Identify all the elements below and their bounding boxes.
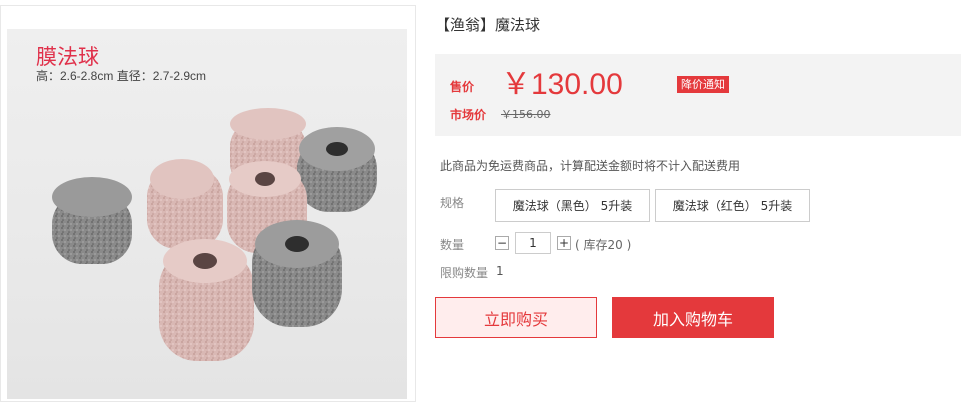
price-panel: 售价 ￥130.00 降价通知 市场价 ￥156.00 (435, 54, 961, 136)
purchase-limit-value: 1 (496, 264, 504, 278)
spec-option-black[interactable]: 魔法球（黑色） 5升装 (495, 189, 650, 222)
quantity-increase-button[interactable]: + (557, 236, 571, 250)
pink-ball-front (159, 239, 254, 361)
gray-ball-left (52, 177, 132, 264)
bio-balls-illustration (52, 108, 377, 361)
quantity-input[interactable]: 1 (515, 232, 551, 254)
price-drop-notice-button[interactable]: 降价通知 (677, 76, 729, 93)
price-label: 售价 (450, 80, 475, 94)
market-price-label: 市场价 (450, 108, 487, 122)
product-image[interactable]: 膜法球 高：2.6-2.8cm 直径：2.7-2.9cm (7, 29, 407, 399)
market-price-value: ￥156.00 (501, 108, 551, 121)
stock-count: ( 库存20 ) (575, 238, 632, 252)
gray-ball-front-right (252, 220, 342, 327)
price-value: ￥130.00 (501, 68, 623, 101)
spec-option-red[interactable]: 魔法球（红色） 5升装 (655, 189, 810, 222)
spec-label: 规格 (440, 196, 465, 210)
quantity-label: 数量 (440, 238, 465, 252)
image-overlay-dimensions: 高：2.6-2.8cm 直径：2.7-2.9cm (36, 69, 207, 83)
product-title: 【渔翁】魔法球 (435, 16, 541, 34)
purchase-limit-label: 限购数量 (440, 266, 489, 280)
shipping-note: 此商品为免运费商品，计算配送金额时将不计入配送费用 (440, 159, 741, 173)
pink-ball-left (147, 159, 223, 249)
quantity-decrease-button[interactable]: − (495, 236, 509, 250)
gray-ball-back-right (297, 127, 377, 212)
add-to-cart-button[interactable]: 加入购物车 (612, 297, 774, 338)
buy-now-button[interactable]: 立即购买 (435, 297, 597, 338)
